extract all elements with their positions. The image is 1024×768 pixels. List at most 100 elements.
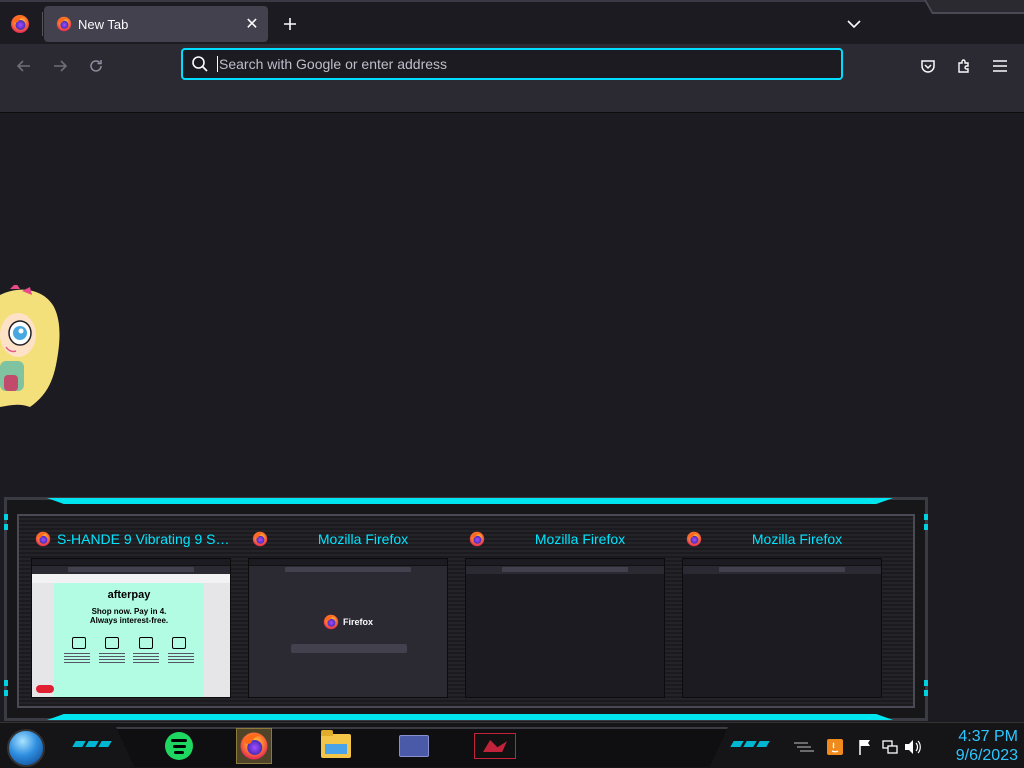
game-icon xyxy=(474,733,516,759)
thumbnail-container: S-HANDE 9 Vibrating 9 Suc... afterpay Sh… xyxy=(17,514,915,708)
plus-icon xyxy=(284,18,296,30)
arrow-right-icon xyxy=(54,60,68,72)
thumbnail-header: Mozilla Firefox xyxy=(461,526,669,552)
thumbnail-header: Mozilla Firefox xyxy=(678,526,886,552)
taskbar-app-control-panel[interactable] xyxy=(396,728,432,764)
afterpay-step-text xyxy=(54,653,204,663)
mini-nav-bar xyxy=(32,566,230,574)
action-center-button[interactable] xyxy=(855,736,875,758)
window-screenshot xyxy=(682,558,882,698)
panel-tick xyxy=(924,524,928,530)
volume-button[interactable] xyxy=(903,736,923,758)
arrow-left-icon xyxy=(16,60,30,72)
network-button[interactable] xyxy=(880,736,900,758)
afterpay-headline: Shop now. Pay in 4. xyxy=(91,607,167,616)
save-to-pocket-button[interactable] xyxy=(914,52,942,80)
window-title: Mozilla Firefox xyxy=(317,531,409,547)
window-thumbnail[interactable]: S-HANDE 9 Vibrating 9 Suc... afterpay Sh… xyxy=(27,526,235,698)
taskbar-app-spotify[interactable] xyxy=(161,728,197,764)
laptop-icon xyxy=(105,637,120,649)
theme-decoration xyxy=(924,0,1024,14)
divider xyxy=(42,12,43,36)
panel-glow xyxy=(47,498,893,504)
window-screenshot: Firefox xyxy=(248,558,448,698)
speaker-icon xyxy=(905,740,921,754)
folder-icon xyxy=(321,730,351,758)
bookmarks-toolbar-area xyxy=(0,86,1024,113)
pocket-icon xyxy=(921,60,935,73)
text-caret xyxy=(217,56,218,72)
mini-page-body: Firefox xyxy=(249,574,447,697)
firefox-icon xyxy=(239,731,269,761)
step-text xyxy=(133,653,160,663)
java-icon xyxy=(827,739,843,755)
application-menu-button[interactable] xyxy=(986,52,1014,80)
mini-page-body xyxy=(683,574,881,697)
start-button[interactable] xyxy=(7,729,45,767)
window-thumbnail[interactable]: Mozilla Firefox Firefox xyxy=(244,526,452,698)
search-icon xyxy=(192,56,208,72)
afterpay-logo: afterpay xyxy=(107,589,151,601)
thumbnail-header: Mozilla Firefox xyxy=(244,526,452,552)
window-screenshot: afterpay Shop now. Pay in 4. Always inte… xyxy=(31,558,231,698)
firefox-wordmark: Firefox xyxy=(342,617,373,627)
mini-url-bar xyxy=(285,567,411,572)
address-input[interactable] xyxy=(219,56,841,72)
afterpay-steps xyxy=(54,637,204,649)
forward-button[interactable] xyxy=(46,52,74,80)
reload-button[interactable] xyxy=(82,52,110,80)
mini-url-bar xyxy=(502,567,628,572)
taskbar-thumbnail-preview: S-HANDE 9 Vibrating 9 Suc... afterpay Sh… xyxy=(4,497,928,721)
step-text xyxy=(64,653,91,663)
back-button[interactable] xyxy=(10,52,38,80)
mini-page-body xyxy=(466,574,664,697)
tray-app-icon[interactable] xyxy=(825,736,845,758)
taskbar-app-game[interactable] xyxy=(470,728,520,764)
panel-tick xyxy=(4,680,8,686)
panel-tick xyxy=(924,680,928,686)
show-hidden-icons-button[interactable] xyxy=(790,736,816,758)
tab-new-tab[interactable]: New Tab ✕ xyxy=(44,6,268,42)
reload-icon xyxy=(90,60,102,72)
wallet-icon xyxy=(138,637,153,649)
mini-nav-bar xyxy=(466,566,664,574)
panel-tick xyxy=(4,524,8,530)
panel-tick xyxy=(924,514,928,520)
new-tab-button[interactable] xyxy=(276,12,304,36)
page-sidebar xyxy=(204,583,230,697)
puzzle-piece-icon xyxy=(958,59,969,73)
firefox-icon xyxy=(469,531,485,547)
bag-icon xyxy=(71,637,86,649)
window-screenshot xyxy=(465,558,665,698)
mini-tab-strip xyxy=(466,559,664,566)
clock-icon xyxy=(172,637,187,649)
panel-tick xyxy=(4,690,8,696)
hamburger-menu-icon xyxy=(993,60,1007,72)
window-title: Mozilla Firefox xyxy=(534,531,626,547)
step-text xyxy=(98,653,125,663)
mini-search-box xyxy=(291,644,407,653)
taskbar-app-file-explorer[interactable] xyxy=(318,728,354,764)
taskbar-clock[interactable]: 4:37 PM 9/6/2023 xyxy=(928,727,1018,765)
spotify-icon xyxy=(165,732,193,760)
list-all-tabs-button[interactable] xyxy=(840,12,868,36)
tray-overflow-icon xyxy=(794,742,814,752)
thumbnail-header: S-HANDE 9 Vibrating 9 Suc... xyxy=(27,526,235,552)
navigation-toolbar xyxy=(0,44,1024,86)
window-thumbnail[interactable]: Mozilla Firefox xyxy=(678,526,886,698)
tab-title: New Tab xyxy=(78,16,129,32)
clock-time: 4:37 PM xyxy=(958,728,1018,745)
firefox-icon[interactable] xyxy=(10,14,30,34)
panel-glow xyxy=(47,714,893,720)
firefox-icon xyxy=(56,16,72,32)
mini-url-bar xyxy=(719,567,845,572)
taskbar-app-firefox[interactable] xyxy=(236,728,272,764)
address-bar[interactable] xyxy=(181,48,843,80)
extensions-button[interactable] xyxy=(950,52,978,80)
close-icon[interactable]: ✕ xyxy=(240,12,264,36)
clock-date: 9/6/2023 xyxy=(955,747,1018,764)
step-text xyxy=(167,653,194,663)
window-thumbnail[interactable]: Mozilla Firefox xyxy=(461,526,669,698)
control-panel-icon xyxy=(399,735,429,757)
window-title: S-HANDE 9 Vibrating 9 Suc... xyxy=(57,531,235,547)
